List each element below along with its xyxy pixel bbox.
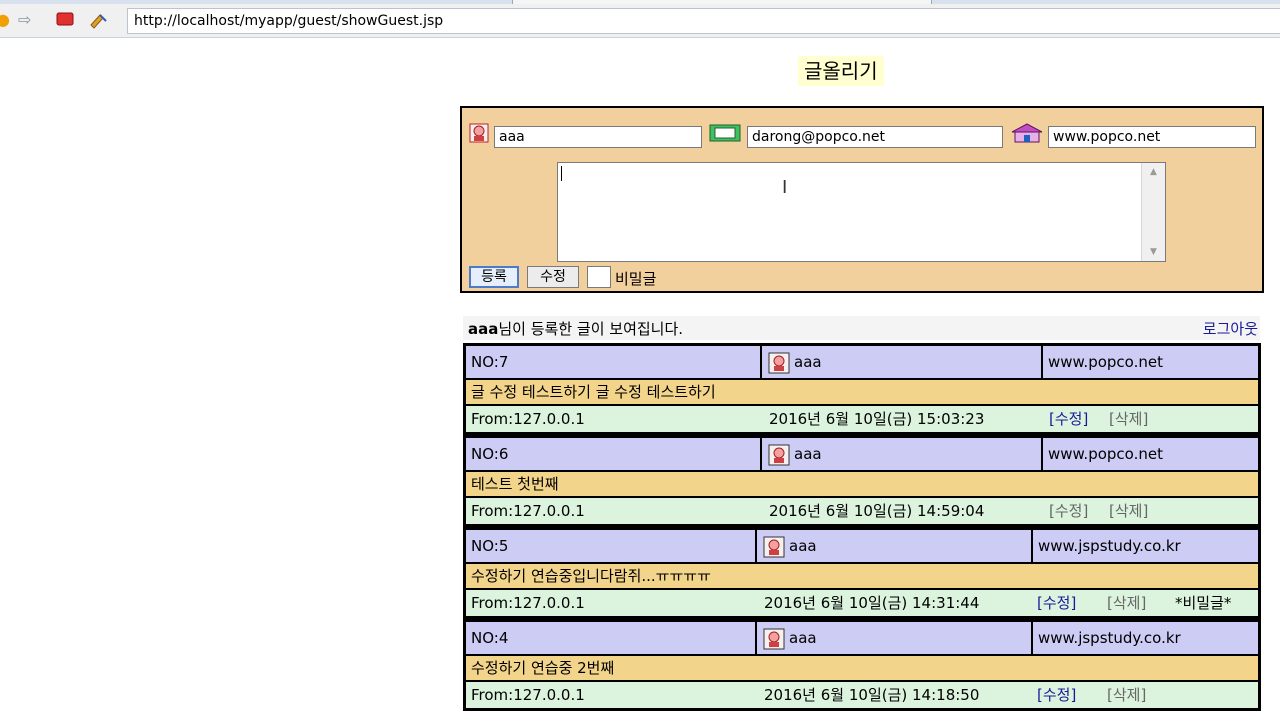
- entry-delete-link[interactable]: [삭제]: [1104, 406, 1174, 432]
- login-user-name: aaa: [468, 320, 499, 338]
- entry-date: 2016년 6월 10일(금) 14:59:04: [769, 502, 985, 520]
- entry-number: NO:6: [466, 438, 760, 470]
- textarea-scrollbar[interactable]: ▲ ▼: [1141, 163, 1165, 261]
- entry-ip: From:127.0.0.1: [471, 502, 585, 520]
- entry-edit-link[interactable]: [수정]: [1044, 498, 1104, 524]
- entry-ip: From:127.0.0.1: [471, 410, 585, 428]
- text-caret: [561, 166, 562, 181]
- entry-author-name: aaa: [789, 629, 817, 647]
- ibeam-cursor-icon: I: [782, 177, 788, 198]
- entry-secret-badge: *비밀글*: [1175, 594, 1232, 612]
- entry-author: aaa: [762, 346, 1041, 378]
- entry-author-name: aaa: [789, 537, 817, 555]
- url-input[interactable]: [127, 8, 1280, 34]
- list-header: aaa님이 등록한 글이 보여집니다. 로그아웃: [463, 316, 1260, 340]
- address-bar: ● ⇨: [0, 4, 1280, 38]
- entry-author-name: aaa: [794, 353, 822, 371]
- entry-homepage[interactable]: www.popco.net: [1043, 438, 1258, 470]
- homepage-input[interactable]: [1048, 126, 1256, 148]
- entry-content: 글 수정 테스트하기 글 수정 테스트하기: [471, 383, 716, 401]
- guestbook-entry: NO:4 aaa www.jspstudy.co.kr 수정하기 연습중 2번째…: [463, 619, 1261, 711]
- entry-content: 수정하기 연습중입니다람쥐...ㅠㅠㅠㅠ: [471, 567, 711, 585]
- entry-edit-link[interactable]: [수정]: [1044, 406, 1104, 432]
- entry-edit-link[interactable]: [수정]: [1032, 682, 1098, 708]
- entry-ip: From:127.0.0.1: [471, 686, 585, 704]
- entry-homepage[interactable]: www.popco.net: [1043, 346, 1258, 378]
- entry-number: NO:4: [466, 622, 755, 654]
- entry-delete-link[interactable]: [삭제]: [1104, 498, 1174, 524]
- entry-author: aaa: [757, 530, 1031, 562]
- guestbook-entry: NO:6 aaa www.popco.net 테스트 첫번째 From:127.…: [463, 435, 1261, 527]
- secret-label: 비밀글: [615, 270, 657, 288]
- scroll-up-icon[interactable]: ▲: [1142, 163, 1165, 181]
- entry-delete-link[interactable]: [삭제]: [1102, 682, 1168, 708]
- entry-homepage[interactable]: www.jspstudy.co.kr: [1033, 530, 1258, 562]
- login-notice: aaa님이 등록한 글이 보여집니다.: [468, 318, 683, 339]
- guestbook-entry: NO:5 aaa www.jspstudy.co.kr 수정하기 연습중입니다람…: [463, 527, 1261, 619]
- user-icon: [762, 627, 786, 651]
- entry-number: NO:7: [466, 346, 760, 378]
- submit-button[interactable]: 등록: [469, 266, 519, 288]
- content-textarea[interactable]: I ▲ ▼: [557, 162, 1166, 262]
- entry-content: 수정하기 연습중 2번째: [471, 659, 615, 677]
- entry-author: aaa: [757, 622, 1031, 654]
- logout-link[interactable]: 로그아웃: [1203, 318, 1258, 339]
- entry-author-name: aaa: [794, 445, 822, 463]
- guestbook-entry: NO:7 aaa www.popco.net 글 수정 테스트하기 글 수정 테…: [463, 343, 1261, 435]
- forward-arrow-icon[interactable]: ⇨: [18, 12, 31, 28]
- refresh-icon[interactable]: [88, 12, 110, 29]
- entry-date: 2016년 6월 10일(금) 15:03:23: [769, 410, 985, 428]
- secret-checkbox[interactable]: [587, 266, 611, 288]
- post-form: I ▲ ▼ 등록 수정 비밀글: [460, 106, 1264, 293]
- edit-button[interactable]: 수정: [527, 266, 579, 288]
- user-icon: [767, 351, 791, 375]
- email-input[interactable]: [747, 126, 1003, 148]
- entry-edit-link[interactable]: [수정]: [1032, 590, 1098, 616]
- user-icon: [762, 535, 786, 559]
- user-icon: [767, 443, 791, 467]
- user-icon: [468, 122, 490, 144]
- entry-ip: From:127.0.0.1: [471, 594, 585, 612]
- entry-author: aaa: [762, 438, 1041, 470]
- entry-number: NO:5: [466, 530, 755, 562]
- login-notice-text: 님이 등록한 글이 보여집니다.: [498, 320, 684, 338]
- entry-date: 2016년 6월 10일(금) 14:31:44: [764, 594, 980, 612]
- entry-content: 테스트 첫번째: [471, 475, 559, 493]
- back-arrow-icon[interactable]: ●: [0, 12, 10, 28]
- homepage-icon: [1010, 122, 1043, 144]
- page-title: 글올리기: [798, 56, 884, 86]
- name-input[interactable]: [494, 126, 702, 148]
- stop-icon[interactable]: [56, 12, 74, 28]
- email-icon: [708, 122, 741, 144]
- entry-delete-link[interactable]: [삭제]: [1102, 590, 1168, 616]
- entry-homepage[interactable]: www.jspstudy.co.kr: [1033, 622, 1258, 654]
- entry-date: 2016년 6월 10일(금) 14:18:50: [764, 686, 980, 704]
- scroll-down-icon[interactable]: ▼: [1142, 243, 1165, 261]
